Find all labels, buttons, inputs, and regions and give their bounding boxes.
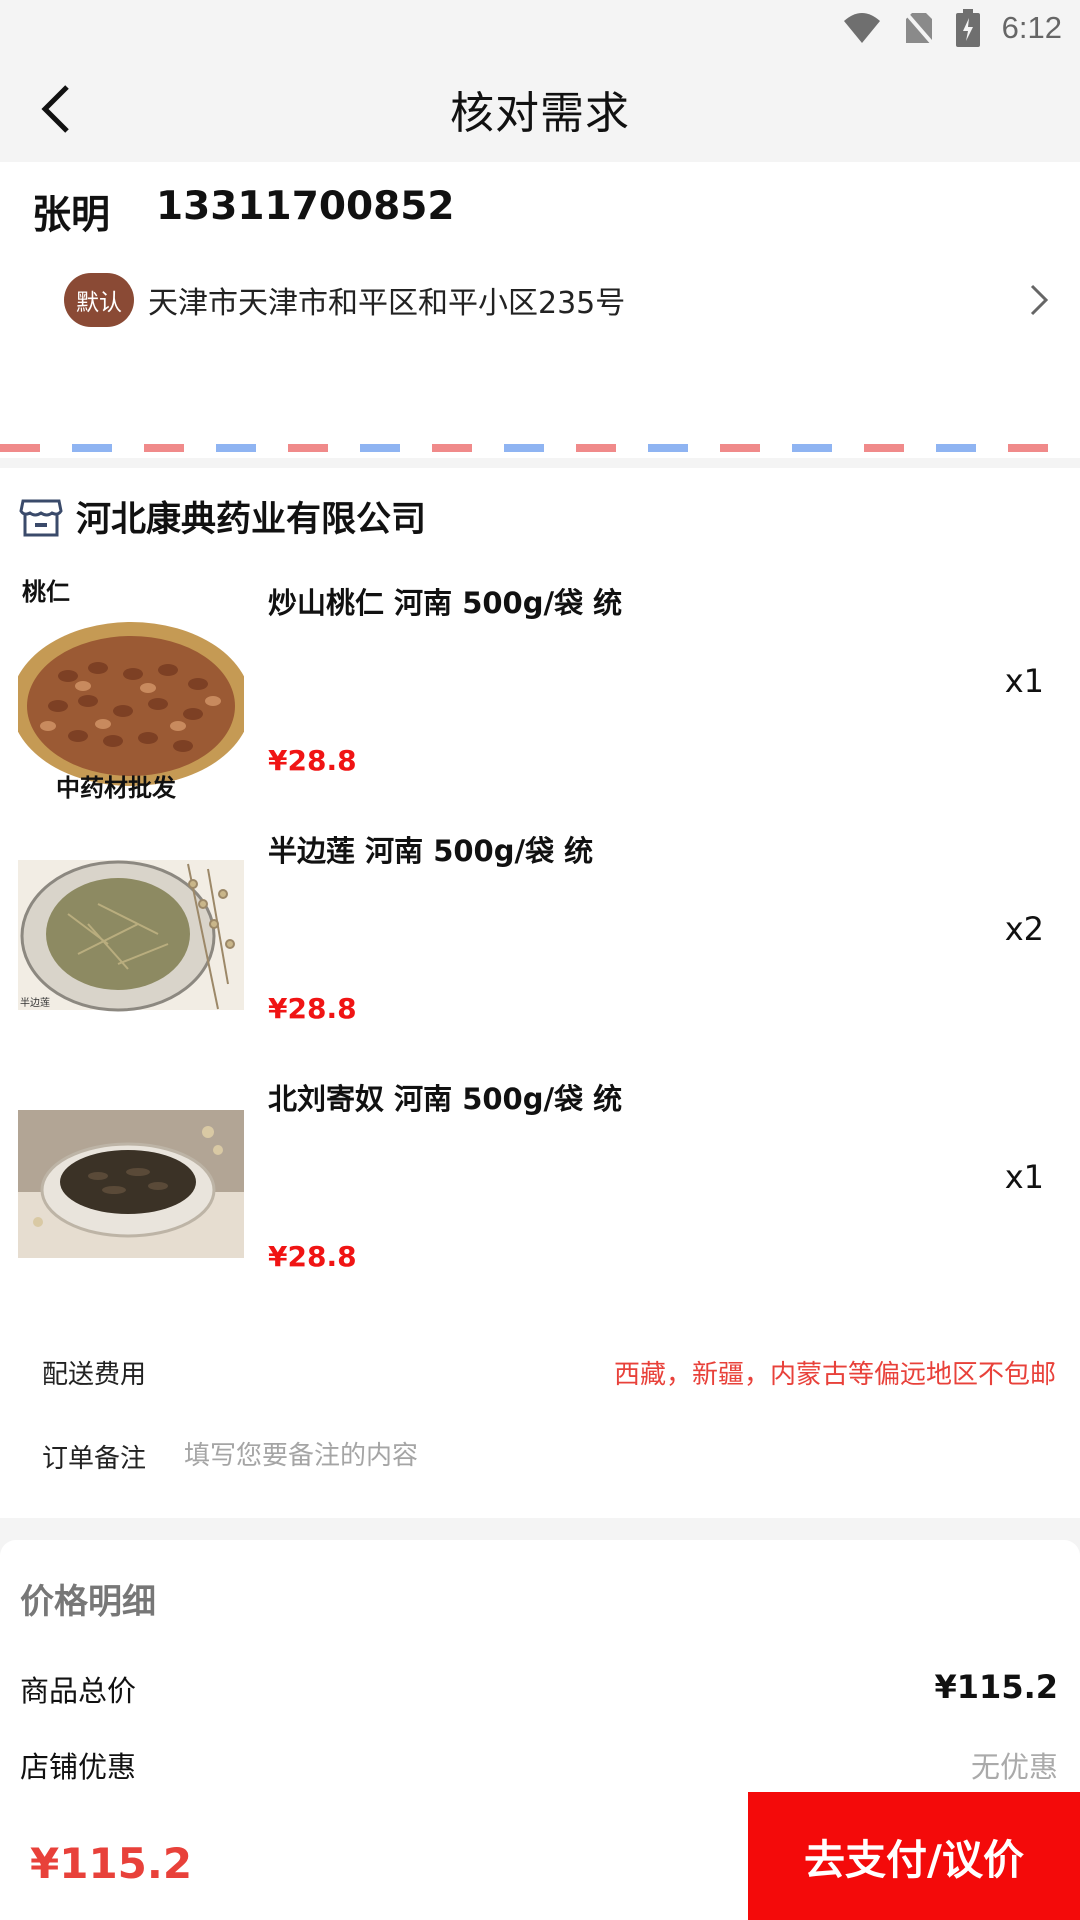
product-quantity: x1 — [1004, 662, 1044, 700]
product-quantity: x2 — [1004, 910, 1044, 948]
goods-total-row: 商品总价 ¥115.2 — [20, 1668, 1058, 1710]
remark-label: 订单备注 — [42, 1443, 147, 1474]
shop-name: 河北康典药业有限公司 — [76, 499, 427, 540]
product-image-corner-text: 半边莲 — [20, 996, 50, 1009]
product-item[interactable]: 北刘寄奴 河南 500g/袋 统 ¥28.8 x1 — [0, 1060, 1080, 1308]
product-price: ¥28.8 — [268, 992, 357, 1025]
product-item[interactable]: 半边莲 半边莲 河南 500g/袋 统 ¥28.8 x2 — [0, 812, 1080, 1060]
shop-discount-label: 店铺优惠 — [20, 1750, 137, 1784]
wifi-icon — [843, 13, 880, 43]
back-button[interactable] — [26, 76, 86, 142]
address-card[interactable]: 张明 13311700852 默认 天津市天津市和平区和平小区235号 — [0, 162, 1080, 440]
shop-discount-value: 无优惠 — [970, 1750, 1058, 1784]
shop-card: 河北康典药业有限公司 桃仁 中药材批发 炒山桃仁 河南 500g/袋 统 ¥28… — [0, 468, 1080, 1518]
price-detail-title: 价格明细 — [20, 1582, 156, 1622]
pay-button[interactable]: 去支付/议价 — [748, 1792, 1080, 1920]
delivery-row: 配送费用 西藏，新疆，内蒙古等偏远地区不包邮 — [0, 1330, 1080, 1414]
checkout-bar: ¥115.2 去支付/议价 — [0, 1792, 1080, 1920]
chevron-right-icon — [1030, 284, 1049, 316]
product-name: 炒山桃仁 河南 500g/袋 统 — [268, 586, 623, 620]
address-text: 天津市天津市和平区和平小区235号 — [148, 286, 626, 321]
top-bar: 核对需求 — [0, 56, 1080, 162]
product-name: 北刘寄奴 河南 500g/袋 统 — [268, 1082, 623, 1116]
page-title: 核对需求 — [450, 88, 630, 139]
product-image-bottom-text: 中药材批发 — [56, 774, 176, 802]
status-bar: 6:12 — [0, 0, 1080, 56]
default-badge: 默认 — [64, 273, 134, 327]
product-image-top-text: 桃仁 — [22, 578, 70, 606]
address-divider — [0, 440, 1080, 458]
order-total: ¥115.2 — [30, 1838, 193, 1888]
product-price: ¥28.8 — [268, 1240, 357, 1273]
product-item[interactable]: 桃仁 中药材批发 炒山桃仁 河南 500g/袋 统 ¥28.8 x1 — [0, 564, 1080, 812]
remark-input[interactable] — [184, 1441, 1056, 1471]
status-time: 6:12 — [1001, 10, 1062, 45]
airmail-stripe — [0, 444, 1080, 452]
remark-row: 订单备注 — [0, 1414, 1080, 1498]
delivery-note: 西藏，新疆，内蒙古等偏远地区不包邮 — [613, 1359, 1056, 1390]
no-sim-icon — [904, 11, 934, 45]
product-image-lobelia: 半边莲 — [18, 824, 244, 1050]
product-price: ¥28.8 — [268, 744, 357, 777]
goods-total-value: ¥115.2 — [934, 1668, 1058, 1706]
product-quantity: x1 — [1004, 1158, 1044, 1196]
shop-header: 河北康典药业有限公司 — [0, 468, 1080, 564]
battery-icon — [955, 9, 980, 47]
price-detail-card: 价格明细 商品总价 ¥115.2 店铺优惠 无优惠 — [0, 1540, 1080, 1808]
status-icons: 6:12 — [842, 8, 1062, 48]
product-image-peach-kernel: 桃仁 中药材批发 — [18, 576, 244, 802]
recipient-info: 张明 13311700852 — [32, 184, 455, 240]
goods-total-label: 商品总价 — [20, 1674, 137, 1708]
product-name: 半边莲 河南 500g/袋 统 — [268, 834, 594, 868]
back-arrow-icon — [41, 85, 69, 133]
recipient-phone: 13311700852 — [156, 184, 455, 229]
delivery-label: 配送费用 — [42, 1359, 147, 1390]
store-icon — [19, 499, 63, 537]
shop-discount-row: 店铺优惠 无优惠 — [20, 1744, 1058, 1786]
recipient-name: 张明 — [32, 193, 111, 238]
product-image-artemisia — [18, 1072, 244, 1298]
address-row[interactable]: 默认 天津市天津市和平区和平小区235号 — [64, 272, 1054, 328]
